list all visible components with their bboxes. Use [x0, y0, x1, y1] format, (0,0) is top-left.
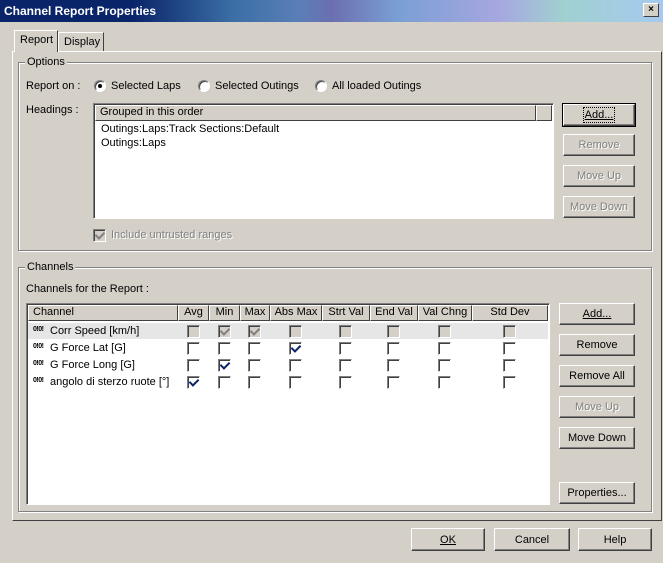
tab-report[interactable]: Report [14, 30, 58, 52]
include-untrusted-checkbox[interactable] [93, 229, 106, 242]
column-header[interactable]: End Val [370, 305, 418, 321]
channel-name[interactable]: angolo di sterzo ruote [°] [50, 376, 169, 388]
headings-item[interactable]: Outings:Laps:Track Sections:Default [101, 123, 279, 135]
stat-checkbox[interactable] [248, 325, 261, 338]
stat-checkbox[interactable] [187, 325, 200, 338]
radio-selected-outings[interactable] [198, 80, 210, 92]
radio-selected-laps[interactable] [94, 80, 106, 92]
stat-checkbox[interactable] [187, 342, 200, 355]
stat-checkbox[interactable] [438, 325, 451, 338]
headings-label: Headings : [26, 104, 79, 116]
channel-name[interactable]: G Force Long [G] [50, 359, 135, 371]
close-button[interactable]: × [643, 3, 659, 17]
headings-add-button[interactable]: Add... [562, 103, 636, 127]
stat-checkbox[interactable] [438, 376, 451, 389]
stat-checkbox[interactable] [387, 376, 400, 389]
stat-checkbox[interactable] [339, 342, 352, 355]
stat-checkbox[interactable] [218, 376, 231, 389]
stat-checkbox[interactable] [339, 376, 352, 389]
radio-selected-outings-label[interactable]: Selected Outings [215, 80, 299, 92]
stat-checkbox[interactable] [339, 325, 352, 338]
window-title: Channel Report Properties [4, 4, 157, 18]
channels-properties-button[interactable]: Properties... [559, 482, 635, 504]
channels-remove-all-button[interactable]: Remove All [559, 365, 635, 387]
channels-move-up-button[interactable]: Move Up [559, 396, 635, 418]
stat-checkbox[interactable] [387, 325, 400, 338]
stat-checkbox[interactable] [248, 376, 261, 389]
stat-checkbox[interactable] [503, 342, 516, 355]
cancel-button[interactable]: Cancel [494, 528, 570, 551]
stat-checkbox[interactable] [218, 325, 231, 338]
channels-for-report-label: Channels for the Report : [26, 283, 149, 295]
stat-checkbox[interactable] [218, 342, 231, 355]
headings-column-header-filler [536, 105, 552, 121]
channel-icon: 0!0! [33, 343, 44, 350]
column-header[interactable]: Avg [178, 305, 209, 321]
stat-checkbox[interactable] [289, 342, 302, 355]
headings-move-up-button[interactable]: Move Up [563, 165, 635, 187]
channels-move-down-button[interactable]: Move Down [559, 427, 635, 449]
channel-icon: 0!0! [33, 360, 44, 367]
headings-remove-button[interactable]: Remove [563, 134, 635, 156]
channels-group-label: Channels [25, 261, 76, 273]
channel-icon: 0!0! [33, 326, 44, 333]
column-header[interactable]: Val Chng [418, 305, 472, 321]
stat-checkbox[interactable] [503, 359, 516, 372]
column-header[interactable]: Abs Max [270, 305, 322, 321]
stat-checkbox[interactable] [438, 359, 451, 372]
stat-checkbox[interactable] [339, 359, 352, 372]
channels-remove-button[interactable]: Remove [559, 334, 635, 356]
stat-checkbox[interactable] [218, 359, 231, 372]
column-header[interactable]: Std Dev [472, 305, 548, 321]
report-on-label: Report on : [26, 80, 81, 92]
stat-checkbox[interactable] [387, 359, 400, 372]
tab-display[interactable]: Display [58, 32, 104, 52]
stat-checkbox[interactable] [503, 376, 516, 389]
stat-checkbox[interactable] [503, 325, 516, 338]
headings-move-down-button[interactable]: Move Down [563, 196, 635, 218]
ok-button[interactable]: OK [411, 528, 485, 551]
column-header[interactable]: Strt Val [322, 305, 370, 321]
stat-checkbox[interactable] [289, 359, 302, 372]
stat-checkbox[interactable] [187, 359, 200, 372]
title-bar[interactable]: Channel Report Properties × [0, 0, 663, 22]
options-group-label: Options [25, 56, 67, 68]
stat-checkbox[interactable] [187, 376, 200, 389]
stat-checkbox[interactable] [248, 342, 261, 355]
headings-item[interactable]: Outings:Laps [101, 137, 166, 149]
stat-checkbox[interactable] [289, 325, 302, 338]
help-button[interactable]: Help [578, 528, 652, 551]
stat-checkbox[interactable] [438, 342, 451, 355]
column-header[interactable]: Min [209, 305, 240, 321]
stat-checkbox[interactable] [387, 342, 400, 355]
column-header[interactable]: Channel [28, 305, 178, 321]
radio-all-loaded-outings-label[interactable]: All loaded Outings [332, 80, 421, 92]
column-header[interactable]: Max [240, 305, 270, 321]
stat-checkbox[interactable] [248, 359, 261, 372]
stat-checkbox[interactable] [289, 376, 302, 389]
channel-name[interactable]: G Force Lat [G] [50, 342, 126, 354]
headings-column-header[interactable]: Grouped in this order [95, 105, 536, 121]
radio-all-loaded-outings[interactable] [315, 80, 327, 92]
radio-selected-laps-label[interactable]: Selected Laps [111, 80, 181, 92]
channel-icon: 0!0! [33, 377, 44, 384]
include-untrusted-label: Include untrusted ranges [111, 229, 233, 241]
channel-name[interactable]: Corr Speed [km/h] [50, 325, 139, 337]
channels-add-button[interactable]: Add... [559, 303, 635, 325]
